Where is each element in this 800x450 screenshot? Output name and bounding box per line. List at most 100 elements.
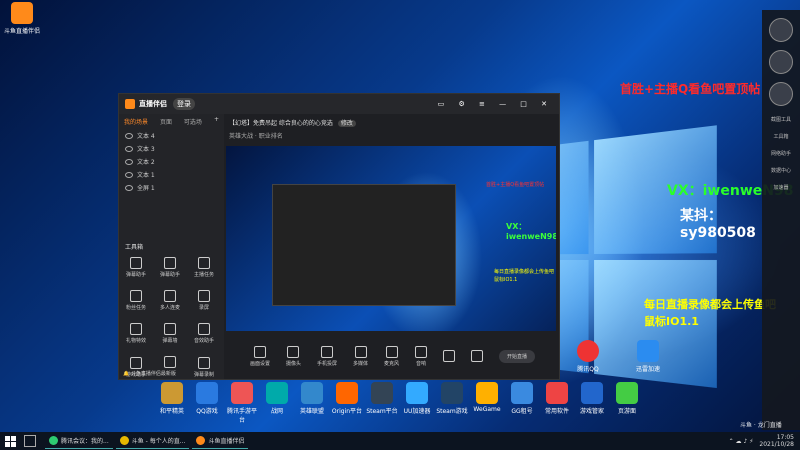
tool-item[interactable]: 多人连麦 [153, 290, 187, 311]
app-icon [266, 382, 288, 404]
bottom-tool[interactable]: 音响 [415, 346, 428, 367]
scene-tabs: 我的场景 页面 可选场 + [119, 114, 224, 129]
bottom-tool[interactable]: 手机投屏 [317, 346, 337, 367]
side-label-4[interactable]: 数据中心 [762, 167, 800, 174]
side-label-2[interactable]: 工具箱 [762, 133, 800, 140]
tool-item[interactable]: 音效助手 [187, 323, 221, 344]
tool-item[interactable]: 弹幕助手 [153, 257, 187, 278]
taskbar-item-douyu[interactable]: 斗鱼直播伴侣 [192, 434, 249, 449]
start-button[interactable] [2, 434, 18, 448]
tool-icon [198, 257, 210, 269]
tool-icon [164, 290, 176, 302]
tool-item[interactable]: 录屏 [187, 290, 221, 311]
tool-icon [287, 346, 300, 358]
tool-icon [130, 357, 142, 369]
bottom-tool[interactable]: 多媒体 [353, 346, 368, 367]
streaming-app-window: 直播伴侣 登录 ▭ ⚙ ≡ — □ ✕ 我的场景 页面 可选场 + 文本 4 文… [118, 93, 560, 380]
eye-icon[interactable] [125, 145, 133, 152]
desktop-icon-qq[interactable]: 腾讯QQ [568, 340, 608, 373]
tool-icon [415, 346, 428, 358]
tool-item[interactable]: 弹幕助手 [119, 257, 153, 278]
edit-title-button[interactable]: 修改 [337, 120, 356, 127]
source-row[interactable]: 文本 4 [119, 129, 224, 142]
login-badge[interactable]: 登录 [173, 98, 195, 110]
side-label-1[interactable]: 截图工具 [762, 116, 800, 123]
preview-overlay-3: 每日直播录像都会上传鱼吧 [494, 269, 555, 275]
bottom-tool[interactable] [471, 349, 484, 364]
eye-icon[interactable] [125, 184, 133, 191]
app-icon [441, 382, 463, 404]
app-shortcut[interactable]: 战网 [261, 382, 293, 424]
side-label-5[interactable]: 加速器 [762, 184, 800, 191]
phone-icon[interactable] [769, 50, 793, 74]
camera-icon[interactable] [769, 18, 793, 42]
bottom-tool[interactable]: 麦克风 [384, 346, 399, 367]
app-shortcut[interactable]: 常用软件 [541, 382, 573, 424]
overlay-line5: 鼠标IO1.1 [644, 315, 699, 328]
app-icon [336, 382, 358, 404]
douyu-icon [11, 2, 33, 24]
app-logo-icon [125, 99, 135, 109]
tab-my-scene[interactable]: 我的场景 [119, 114, 153, 129]
taskbar-item-browser[interactable]: 斗鱼 - 每个人的直... [115, 434, 190, 449]
app-shortcut[interactable]: Origin平台 [331, 382, 363, 424]
eye-icon[interactable] [125, 132, 133, 139]
app-shortcut[interactable]: 页游面 [611, 382, 643, 424]
app-shortcut[interactable]: QQ游戏 [191, 382, 223, 424]
tray-icons[interactable]: ⌃ ☁ ♪ ⚡ [729, 438, 754, 445]
tool-item[interactable]: 弹幕录制 [187, 357, 221, 378]
app-icon [476, 382, 498, 404]
douyu-icon [196, 436, 206, 445]
source-row[interactable]: 文本 3 [119, 142, 224, 155]
side-panel: 截图工具 工具箱 网络助手 数据中心 加速器 [762, 10, 800, 430]
app-icon [301, 382, 323, 404]
source-row[interactable]: 全屏 1 [119, 181, 224, 194]
app-shortcut[interactable]: Steam游戏 [436, 382, 468, 424]
side-label-3[interactable]: 网络助手 [762, 150, 800, 157]
app-shortcut[interactable]: 和平精英 [156, 382, 188, 424]
eye-icon[interactable] [125, 158, 133, 165]
preview-canvas[interactable]: 首胜+主播Q看鱼吧置顶帖 VX：iwenweN98 每日直播录像都会上传鱼吧 鼠… [226, 146, 556, 331]
tool-icon [130, 323, 142, 335]
preview-overlay-1: 首胜+主播Q看鱼吧置顶帖 [486, 182, 545, 188]
stream-title: 【幻塔】免费吊起 综合良心的的心竞选 [229, 120, 333, 127]
taskview-icon[interactable] [24, 435, 36, 447]
tab-optional[interactable]: 可选场 [179, 114, 207, 129]
taskbar-item-meeting[interactable]: 腾讯会议：我的... [45, 434, 113, 449]
eye-icon[interactable] [125, 171, 133, 178]
app-shortcut[interactable]: 腾讯手游平台 [226, 382, 258, 424]
tool-icon [471, 349, 484, 362]
bottom-tool[interactable] [443, 349, 456, 364]
source-row[interactable]: 文本 1 [119, 168, 224, 181]
browser-icon [119, 436, 129, 445]
tool-icon [198, 323, 210, 335]
app-shortcut[interactable]: 英雄联盟 [296, 382, 328, 424]
tool-item[interactable]: 主播任务 [187, 257, 221, 278]
tool-item[interactable] [153, 356, 187, 370]
start-stream-button[interactable]: 开始直播 [499, 350, 536, 363]
chat-icon[interactable] [769, 82, 793, 106]
source-row[interactable]: 文本 2 [119, 155, 224, 168]
add-scene-icon[interactable]: + [214, 116, 219, 123]
bell-icon: 🔔 [123, 371, 130, 377]
desktop-icon-douyu[interactable]: 斗鱼直播伴侣 [2, 2, 42, 35]
bottom-tool[interactable]: 画面设置 [250, 346, 270, 367]
app-shortcut[interactable]: UU加速器 [401, 382, 433, 424]
window-controls[interactable]: ▭ ⚙ ≡ — □ ✕ [438, 100, 553, 108]
notice-bar[interactable]: 🔔 斗鱼直播伴侣最新版 [123, 370, 176, 377]
app-shortcut[interactable]: GG租号 [506, 382, 538, 424]
nested-app-preview [272, 184, 456, 306]
desktop-icon-accelerator[interactable]: 迅雷加速 [628, 340, 668, 373]
stream-category[interactable]: 英雄大战 · 职业排名 [229, 131, 549, 140]
bottom-tool[interactable]: 摄像头 [286, 346, 301, 367]
tool-item[interactable]: 弹幕墙 [153, 323, 187, 344]
tool-item[interactable]: 粉丝任务 [119, 290, 153, 311]
tab-page[interactable]: 页面 [155, 114, 177, 129]
tray-area[interactable]: ⌃ ☁ ♪ ⚡ 17:05 2021/10/28 [729, 434, 794, 448]
app-shortcut[interactable]: Steam平台 [366, 382, 398, 424]
app-shortcut[interactable]: WeGame [471, 382, 503, 424]
scene-panel: 我的场景 页面 可选场 + 文本 4 文本 3 文本 2 文本 1 全屏 1 工… [119, 114, 224, 379]
tool-item[interactable]: 礼物特效 [119, 323, 153, 344]
app-icon [161, 382, 183, 404]
app-shortcut[interactable]: 游戏管家 [576, 382, 608, 424]
